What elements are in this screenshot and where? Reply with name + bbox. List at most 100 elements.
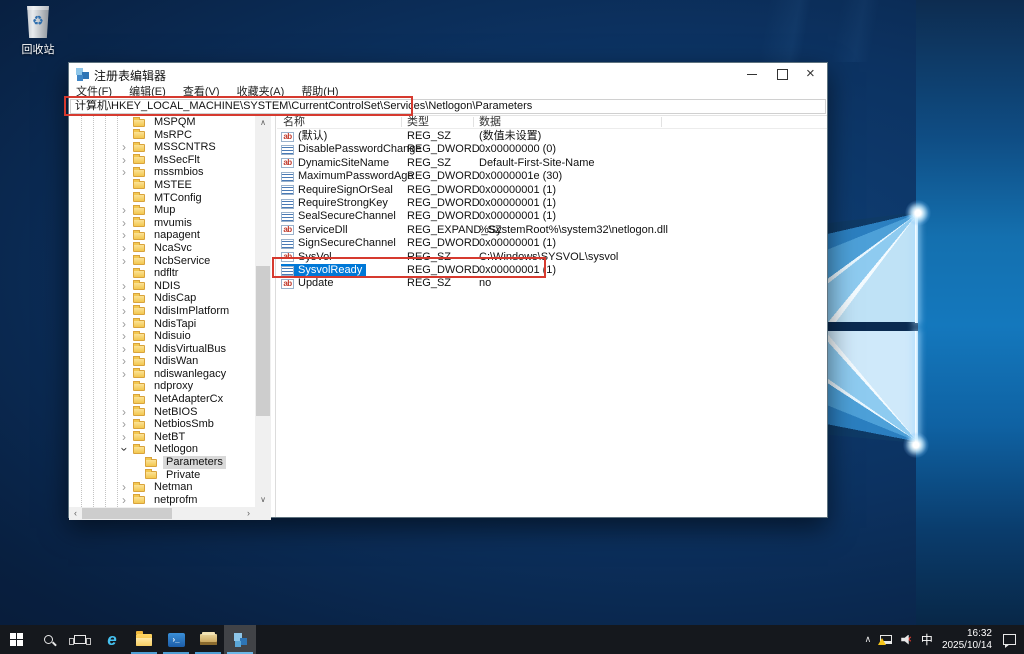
- tree-item-label[interactable]: Parameters: [163, 456, 226, 469]
- expand-chevron-icon[interactable]: [119, 305, 129, 318]
- tree-item[interactable]: MsSecFlt: [69, 154, 255, 167]
- recycle-bin-shortcut[interactable]: 回收站: [10, 6, 66, 57]
- tree-item-label[interactable]: NetBIOS: [151, 406, 200, 419]
- taskbar-clock[interactable]: 16:32 2025/10/14: [942, 628, 992, 652]
- value-row[interactable]: RequireSignOrSeal REG_DWORD 0x00000001 (…: [277, 184, 827, 197]
- expand-chevron-icon[interactable]: [119, 355, 129, 368]
- tree-item-label[interactable]: NetBT: [151, 431, 188, 444]
- tree-item[interactable]: MsRPC: [69, 129, 255, 142]
- tree-item-label[interactable]: MTConfig: [151, 192, 205, 205]
- value-name-cell[interactable]: RequireStrongKey: [281, 197, 392, 210]
- tray-expand-chevron-icon[interactable]: ∧: [865, 634, 872, 645]
- tree-item[interactable]: MSTEE: [69, 179, 255, 192]
- tree-item-label[interactable]: NdisWan: [151, 355, 201, 368]
- registry-editor-taskbar-button[interactable]: [224, 625, 256, 654]
- tree-item[interactable]: mssmbios: [69, 166, 255, 179]
- tree-item[interactable]: mvumis: [69, 217, 255, 230]
- registry-key-tree[interactable]: MSPQM MsRPC MSSCNTRS MsSecFlt mssmbios M…: [69, 116, 255, 507]
- tree-item[interactable]: NetBIOS: [69, 406, 255, 419]
- expand-chevron-icon[interactable]: [119, 242, 129, 255]
- file-explorer-button[interactable]: [128, 625, 160, 654]
- tree-item-label[interactable]: netprofm: [151, 494, 200, 507]
- tree-item[interactable]: Netlogon: [69, 443, 255, 456]
- tree-item[interactable]: ndfltr: [69, 267, 255, 280]
- tree-item[interactable]: MTConfig: [69, 192, 255, 205]
- value-row[interactable]: ab DynamicSiteName REG_SZ Default-First-…: [277, 157, 827, 170]
- tree-item-label[interactable]: Ndisuio: [151, 330, 194, 343]
- tree-item-label[interactable]: MSSCNTRS: [151, 141, 219, 154]
- minimize-button[interactable]: [737, 63, 767, 85]
- tree-item[interactable]: NcaSvc: [69, 242, 255, 255]
- column-separator[interactable]: [401, 117, 402, 127]
- server-manager-button[interactable]: [192, 625, 224, 654]
- expand-chevron-icon[interactable]: [119, 418, 129, 431]
- tree-item-label[interactable]: ndiswanlegacy: [151, 368, 229, 381]
- tree-item-label[interactable]: NDIS: [151, 280, 183, 293]
- column-header-type[interactable]: 类型: [407, 116, 429, 129]
- value-name-cell[interactable]: ab ServiceDll: [281, 224, 352, 237]
- tree-item[interactable]: NdisWan: [69, 355, 255, 368]
- tree-item[interactable]: NdisCap: [69, 292, 255, 305]
- tree-item-label[interactable]: NetbiosSmb: [151, 418, 217, 431]
- tree-item-label[interactable]: mssmbios: [151, 166, 207, 179]
- network-warning-icon[interactable]: [878, 635, 893, 645]
- tree-item-label[interactable]: MSTEE: [151, 179, 195, 192]
- tree-item-label[interactable]: NdisCap: [151, 292, 199, 305]
- close-button[interactable]: [797, 63, 827, 85]
- task-view-button[interactable]: [64, 625, 96, 654]
- column-separator[interactable]: [473, 117, 474, 127]
- tree-item[interactable]: Ndisuio: [69, 330, 255, 343]
- tree-item-label[interactable]: NcbService: [151, 255, 213, 268]
- volume-muted-indicator[interactable]: ✕: [901, 634, 912, 645]
- value-row[interactable]: MaximumPasswordAge REG_DWORD 0x0000001e …: [277, 170, 827, 183]
- search-button[interactable]: [32, 625, 64, 654]
- action-center-icon[interactable]: [1003, 634, 1016, 648]
- expand-chevron-icon[interactable]: [119, 431, 129, 444]
- expand-chevron-icon[interactable]: [119, 330, 129, 343]
- value-row[interactable]: ab SysVol REG_SZ C:\Windows\SYSVOL\sysvo…: [277, 251, 827, 264]
- tree-item-label[interactable]: NdisVirtualBus: [151, 343, 229, 356]
- expand-chevron-icon[interactable]: [119, 166, 129, 179]
- tree-item[interactable]: MSPQM: [69, 116, 255, 129]
- title-bar[interactable]: 注册表编辑器: [69, 63, 827, 85]
- scrollbar-thumb[interactable]: [82, 508, 172, 519]
- value-name-cell[interactable]: ab (默认): [281, 130, 331, 143]
- tree-item[interactable]: Mup: [69, 204, 255, 217]
- tree-item[interactable]: NdisVirtualBus: [69, 343, 255, 356]
- registry-path-input[interactable]: 计算机\HKEY_LOCAL_MACHINE\SYSTEM\CurrentCon…: [70, 99, 826, 114]
- value-name-cell[interactable]: SealSecureChannel: [281, 210, 400, 223]
- scroll-up-arrow-icon[interactable]: [255, 116, 271, 130]
- tree-item-label[interactable]: NcaSvc: [151, 242, 195, 255]
- tree-vertical-scrollbar[interactable]: [255, 116, 271, 507]
- tree-item-label[interactable]: NdisImPlatform: [151, 305, 232, 318]
- menu-edit[interactable]: 编辑(E): [122, 85, 173, 99]
- value-name-cell[interactable]: SignSecureChannel: [281, 237, 400, 250]
- tree-item-label[interactable]: Netman: [151, 481, 196, 494]
- tree-item[interactable]: NdisImPlatform: [69, 305, 255, 318]
- expand-chevron-icon[interactable]: [119, 255, 129, 268]
- tree-item-label[interactable]: MSPQM: [151, 116, 199, 129]
- tree-item-label[interactable]: MsSecFlt: [151, 154, 203, 167]
- scrollbar-thumb[interactable]: [256, 266, 270, 416]
- value-name-cell[interactable]: RequireSignOrSeal: [281, 184, 397, 197]
- tree-item[interactable]: Private: [69, 469, 255, 482]
- tree-item[interactable]: Parameters: [69, 456, 255, 469]
- expand-chevron-icon[interactable]: [119, 141, 129, 154]
- tree-item-label[interactable]: Private: [163, 469, 203, 482]
- tree-item-label[interactable]: Mup: [151, 204, 178, 217]
- column-header-name[interactable]: 名称: [283, 116, 305, 129]
- tree-item[interactable]: napagent: [69, 229, 255, 242]
- value-row[interactable]: ab (默认) REG_SZ (数值未设置): [277, 130, 827, 143]
- tree-horizontal-scrollbar[interactable]: [69, 507, 271, 520]
- tree-item[interactable]: NDIS: [69, 280, 255, 293]
- powershell-button[interactable]: ›_: [160, 625, 192, 654]
- tree-item[interactable]: NdisTapi: [69, 318, 255, 331]
- menu-view[interactable]: 查看(V): [176, 85, 227, 99]
- tree-item[interactable]: ndproxy: [69, 380, 255, 393]
- value-name-cell[interactable]: DisablePasswordChange: [281, 143, 426, 156]
- column-header-data[interactable]: 数据: [479, 116, 501, 129]
- tree-item-label[interactable]: napagent: [151, 229, 203, 242]
- value-row[interactable]: ab ServiceDll REG_EXPAND_SZ %SystemRoot%…: [277, 224, 827, 237]
- value-name-cell[interactable]: MaximumPasswordAge: [281, 170, 418, 183]
- tree-item[interactable]: NetBT: [69, 431, 255, 444]
